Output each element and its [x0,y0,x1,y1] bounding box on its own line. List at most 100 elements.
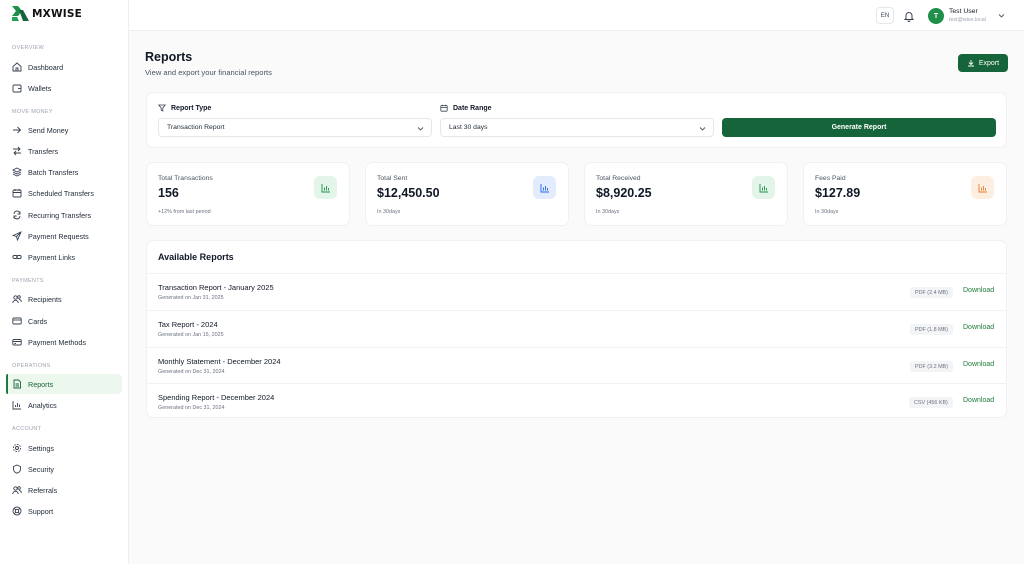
report-row: Transaction Report - January 2025 Genera… [147,273,1006,310]
sidebar-item-dashboard[interactable]: Dashboard [6,57,122,77]
sidebar-item-send-money[interactable]: Send Money [6,120,122,140]
sidebar-item-recurring-transfers[interactable]: Recurring Transfers [6,205,122,225]
bar-chart-icon [533,176,556,199]
shield-icon [12,464,22,474]
sidebar-item-label: Transfers [28,146,59,156]
sidebar-item-label: Recurring Transfers [28,210,92,220]
calendar-icon [12,188,22,198]
sidebar-item-scheduled-transfers[interactable]: Scheduled Transfers [6,183,122,203]
report-name: Monthly Statement - December 2024 [158,357,281,366]
sidebar-item-settings[interactable]: Settings [6,438,122,458]
export-button[interactable]: Export [958,54,1008,72]
report-row: Tax Report - 2024 Generated on Jan 15, 2… [147,310,1006,347]
report-date: Generated on Dec 31, 2024 [158,369,225,375]
sidebar-item-recipients[interactable]: Recipients [6,289,122,309]
page-subtitle: View and export your financial reports [145,68,272,77]
report-date: Generated on Jan 31, 2025 [158,295,224,301]
bar-chart-icon [752,176,775,199]
section-label-move-money: MOVE MONEY [12,109,53,115]
sidebar-item-label: Payment Methods [28,337,86,347]
sidebar-item-label: Payment Links [28,252,76,262]
bell-icon[interactable] [903,10,915,22]
stat-value: 156 [158,186,179,200]
sidebar-item-payment-links[interactable]: Payment Links [6,247,122,267]
wallet-icon [12,83,22,93]
sidebar-item-referrals[interactable]: Referrals [6,480,122,500]
download-link[interactable]: Download [963,397,994,404]
calendar-icon [440,104,448,112]
download-link[interactable]: Download [963,324,994,331]
report-type-label-text: Report Type [171,104,212,112]
sidebar-item-analytics[interactable]: Analytics [6,395,122,415]
stat-label: Total Sent [377,175,408,182]
stat-subtext: In 30days [815,209,839,215]
bar-chart-icon [12,400,22,410]
date-range-select[interactable]: Last 30 days [440,118,714,137]
report-type-label: Report Type [158,104,211,112]
sidebar-item-payment-methods[interactable]: Payment Methods [6,332,122,352]
sidebar-item-label: Wallets [28,83,52,93]
sidebar-item-label: Payment Requests [28,231,89,241]
stat-card-total-received: Total Received $8,920.25 In 30days [584,162,788,226]
report-type-select[interactable]: Transaction Report [158,118,432,137]
brand-name: MXWISE [32,7,82,20]
user-name[interactable]: Test User [949,8,978,15]
user-email: test@wise.local [949,17,986,23]
bar-chart-icon [971,176,994,199]
sidebar-item-label: Analytics [28,400,57,410]
sidebar-item-wallets[interactable]: Wallets [6,78,122,98]
users-icon [12,294,22,304]
stat-label: Total Received [596,175,641,182]
stat-subtext: In 30days [377,209,401,215]
sidebar-item-payment-requests[interactable]: Payment Requests [6,226,122,246]
download-link[interactable]: Download [963,361,994,368]
sidebar-item-label: Send Money [28,125,69,135]
avatar[interactable]: T [928,8,944,24]
sidebar: MXWISE OVERVIEW Dashboard Wallets MOVE M… [0,0,129,564]
sidebar-item-label: Dashboard [28,62,64,72]
sidebar-item-label: Recipients [28,294,62,304]
sidebar-item-label: Security [28,464,54,474]
chevron-down-icon[interactable] [998,12,1005,19]
logo-mark-icon [12,6,29,21]
arrows-swap-icon [12,146,22,156]
sidebar-item-batch-transfers[interactable]: Batch Transfers [6,162,122,182]
brand-logo[interactable]: MXWISE [12,6,82,21]
stat-subtext: +12% from last period [158,209,211,215]
report-row: Spending Report - December 2024 Generate… [147,383,1006,417]
file-size-badge: PDF (1.8 MB) [910,324,953,335]
language-button[interactable]: EN [876,7,894,24]
filter-icon [158,104,166,112]
stat-value: $127.89 [815,186,861,200]
stat-value: $8,920.25 [596,186,652,200]
date-range-value: Last 30 days [449,124,488,131]
stat-card-total-transactions: Total Transactions 156 +12% from last pe… [146,162,350,226]
sidebar-item-label: Cards [28,316,48,326]
sidebar-item-reports[interactable]: Reports [6,374,122,394]
sidebar-item-support[interactable]: Support [6,501,122,521]
sidebar-item-label: Support [28,506,54,516]
stat-card-total-sent: Total Sent $12,450.50 In 30days [365,162,569,226]
link-icon [12,252,22,262]
chevron-down-icon [417,127,424,131]
generate-report-button[interactable]: Generate Report [722,118,996,137]
section-label-overview: OVERVIEW [12,45,44,51]
report-row: Monthly Statement - December 2024 Genera… [147,347,1006,384]
chevron-down-icon [699,127,706,131]
stat-value: $12,450.50 [377,186,440,200]
sidebar-item-security[interactable]: Security [6,459,122,479]
gear-icon [12,443,22,453]
credit-card-icon [12,316,22,326]
reports-title: Available Reports [158,252,234,262]
download-icon [967,60,974,67]
download-link[interactable]: Download [963,287,994,294]
sidebar-item-transfers[interactable]: Transfers [6,141,122,161]
sidebar-item-cards[interactable]: Cards [6,311,122,331]
sidebar-item-label: Reports [28,379,54,389]
report-name: Tax Report - 2024 [158,320,218,329]
section-label-operations: OPERATIONS [12,363,51,369]
report-name: Spending Report - December 2024 [158,393,275,402]
file-size-badge: PDF (2.4 MB) [910,287,953,298]
stat-card-fees-paid: Fees Paid $127.89 In 30days [803,162,1007,226]
file-size-badge: PDF (3.2 MB) [910,361,953,372]
